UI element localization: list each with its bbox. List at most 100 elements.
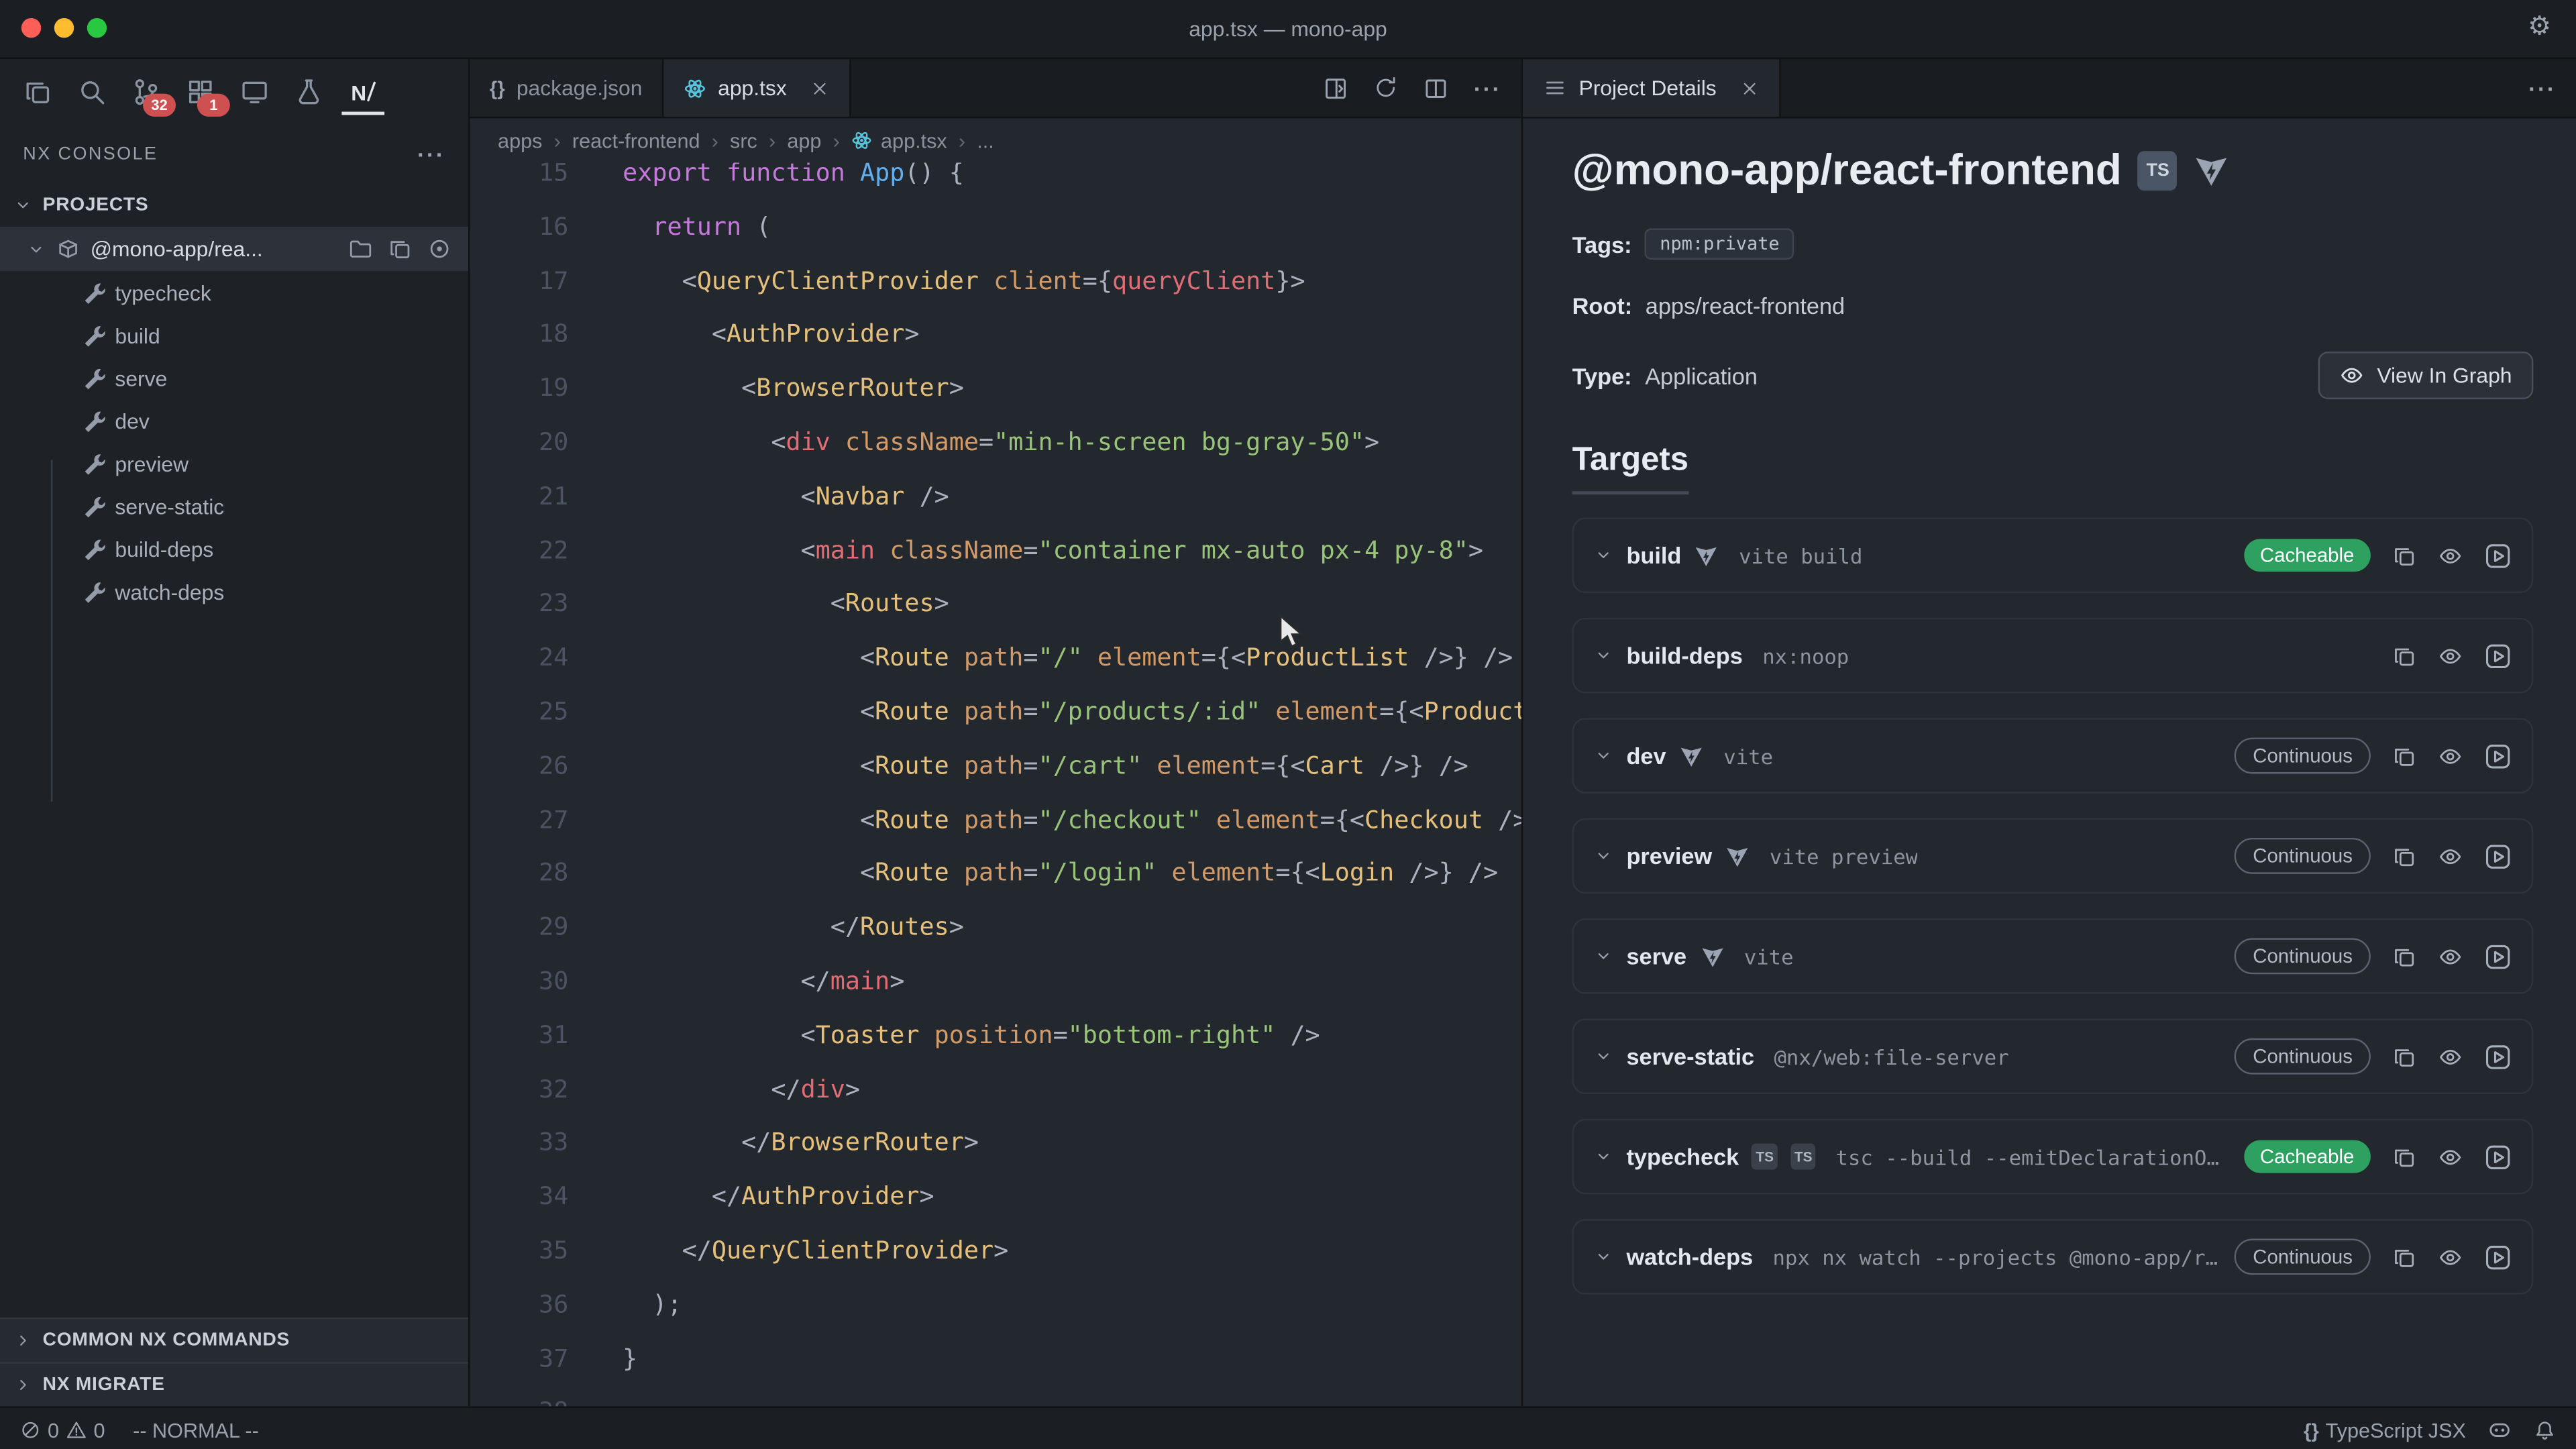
- breadcrumb-item[interactable]: react-frontend: [572, 129, 700, 152]
- sidebar-more-actions-icon[interactable]: ···: [417, 142, 445, 168]
- chevron-down-icon[interactable]: [1594, 1046, 1613, 1066]
- view-button[interactable]: [2438, 1244, 2463, 1269]
- tab-app-tsx[interactable]: app.tsx: [663, 59, 851, 117]
- chevron-down-icon[interactable]: [1594, 545, 1613, 565]
- bell-icon[interactable]: [2533, 1419, 2556, 1442]
- chevron-down-icon[interactable]: [1594, 947, 1613, 966]
- breadcrumb-item[interactable]: src: [730, 129, 757, 152]
- code-line-26[interactable]: 26 <Route path="/cart" element={<Cart />…: [470, 739, 1521, 792]
- projects-section-header[interactable]: PROJECTS: [0, 184, 468, 227]
- view-button[interactable]: [2438, 643, 2463, 668]
- chevron-down-icon[interactable]: [1594, 846, 1613, 865]
- copilot-icon[interactable]: [2487, 1417, 2512, 1442]
- close-tab-icon[interactable]: [1739, 78, 1759, 97]
- copy-button[interactable]: [2392, 543, 2417, 568]
- view-button[interactable]: [2438, 543, 2463, 568]
- copy-button[interactable]: [2392, 944, 2417, 969]
- breadcrumb-item[interactable]: ...: [977, 129, 994, 152]
- testing-icon[interactable]: [290, 70, 327, 113]
- code-line-20[interactable]: 20 <div className="min-h-screen bg-gray-…: [470, 416, 1521, 470]
- code-line-21[interactable]: 21 <Navbar />: [470, 470, 1521, 523]
- code-line-25[interactable]: 25 <Route path="/products/:id" element={…: [470, 685, 1521, 739]
- code-line-36[interactable]: 36 );: [470, 1278, 1521, 1332]
- split-editor-icon[interactable]: [1423, 74, 1449, 101]
- code-line-18[interactable]: 18 <AuthProvider>: [470, 308, 1521, 362]
- target-row-build-deps[interactable]: build-depsnx:noop: [1572, 618, 2534, 694]
- run-button[interactable]: [2484, 1042, 2512, 1071]
- run-button[interactable]: [2484, 541, 2512, 570]
- problems-indicator[interactable]: 0 0: [19, 1419, 105, 1442]
- code-line-24[interactable]: 24 <Route path="/" element={<ProductList…: [470, 631, 1521, 685]
- maximize-window-button[interactable]: [87, 18, 107, 38]
- view-in-graph-button[interactable]: View In Graph: [2318, 352, 2533, 399]
- copy-button[interactable]: [2392, 1144, 2417, 1169]
- run-button[interactable]: [2484, 942, 2512, 970]
- sidebar-target-preview[interactable]: preview: [0, 442, 468, 485]
- code-line-32[interactable]: 32 </div>: [470, 1062, 1521, 1116]
- refresh-icon[interactable]: [1373, 76, 1398, 101]
- run-button[interactable]: [2484, 1142, 2512, 1171]
- view-button[interactable]: [2438, 1144, 2463, 1169]
- target-row-preview[interactable]: previewvite previewContinuous: [1572, 818, 2534, 894]
- code-line-23[interactable]: 23 <Routes>: [470, 578, 1521, 631]
- copy-button[interactable]: [2392, 1244, 2417, 1269]
- run-button[interactable]: [2484, 641, 2512, 669]
- gear-icon[interactable]: ⚙: [2528, 13, 2551, 43]
- sidebar-target-serve-static[interactable]: serve-static: [0, 484, 468, 527]
- code-line-30[interactable]: 30 </main>: [470, 955, 1521, 1008]
- view-button[interactable]: [2438, 944, 2463, 969]
- target-icon[interactable]: [427, 237, 452, 262]
- close-window-button[interactable]: [21, 18, 41, 38]
- tab-package-json[interactable]: {} package.json: [470, 59, 663, 117]
- code-line-31[interactable]: 31 <Toaster position="bottom-right" />: [470, 1008, 1521, 1062]
- target-row-watch-deps[interactable]: watch-depsnpx nx watch --projects @mono-…: [1572, 1219, 2534, 1295]
- run-button[interactable]: [2484, 842, 2512, 870]
- project-row[interactable]: @mono-app/rea...: [0, 227, 468, 271]
- breadcrumb-item[interactable]: app.tsx: [851, 129, 947, 152]
- target-row-serve-static[interactable]: serve-static@nx/web:file-serverContinuou…: [1572, 1018, 2534, 1094]
- copy-button[interactable]: [2392, 643, 2417, 668]
- open-changes-icon[interactable]: [1322, 74, 1348, 101]
- sidebar-target-typecheck[interactable]: typecheck: [0, 271, 468, 314]
- run-button[interactable]: [2484, 742, 2512, 770]
- run-button[interactable]: [2484, 1243, 2512, 1271]
- remote-explorer-icon[interactable]: [237, 70, 273, 113]
- chevron-down-icon[interactable]: [1594, 746, 1613, 765]
- code-line-28[interactable]: 28 <Route path="/login" element={<Login …: [470, 847, 1521, 900]
- sidebar-target-serve[interactable]: serve: [0, 356, 468, 399]
- search-icon[interactable]: [74, 70, 110, 113]
- source-control-icon[interactable]: 32: [128, 70, 164, 113]
- copy-button[interactable]: [2392, 1044, 2417, 1069]
- code-line-15[interactable]: 15export function App() {: [470, 162, 1521, 200]
- target-row-serve[interactable]: serveviteContinuous: [1572, 918, 2534, 994]
- code-line-33[interactable]: 33 </BrowserRouter>: [470, 1116, 1521, 1170]
- sidebar-target-build-deps[interactable]: build-deps: [0, 527, 468, 570]
- nx-console-icon[interactable]: N: [345, 70, 381, 113]
- breadcrumb-item[interactable]: apps: [498, 129, 542, 152]
- extensions-icon[interactable]: 1: [182, 70, 219, 113]
- sidebar-target-watch-deps[interactable]: watch-deps: [0, 570, 468, 613]
- view-button[interactable]: [2438, 1044, 2463, 1069]
- code-line-37[interactable]: 37}: [470, 1332, 1521, 1385]
- code-line-19[interactable]: 19 <BrowserRouter>: [470, 362, 1521, 415]
- language-mode[interactable]: {} TypeScript JSX: [2304, 1419, 2466, 1442]
- target-row-typecheck[interactable]: typecheckTSTStsc --build --emitDeclarati…: [1572, 1119, 2534, 1195]
- code-line-34[interactable]: 34 </AuthProvider>: [470, 1170, 1521, 1224]
- code-line-35[interactable]: 35 </QueryClientProvider>: [470, 1224, 1521, 1277]
- code-line-22[interactable]: 22 <main className="container mx-auto px…: [470, 523, 1521, 577]
- code-editor[interactable]: 15export function App() {16 return (17 <…: [470, 162, 1521, 1406]
- file-copy-icon[interactable]: [388, 237, 413, 262]
- sidebar-target-dev[interactable]: dev: [0, 399, 468, 442]
- chevron-down-icon[interactable]: [1594, 1247, 1613, 1267]
- target-row-build[interactable]: buildvite buildCacheable: [1572, 517, 2534, 593]
- breadcrumb-item[interactable]: app: [787, 129, 821, 152]
- folder-icon[interactable]: [348, 237, 373, 262]
- chevron-down-icon[interactable]: [1594, 1146, 1613, 1166]
- tab-project-details[interactable]: Project Details: [1523, 59, 1780, 117]
- sidebar-section-nx-migrate[interactable]: NX MIGRATE: [0, 1362, 468, 1406]
- copy-button[interactable]: [2392, 844, 2417, 869]
- details-more-actions-icon[interactable]: ···: [2528, 74, 2557, 101]
- code-line-17[interactable]: 17 <QueryClientProvider client={queryCli…: [470, 254, 1521, 308]
- chevron-down-icon[interactable]: [1594, 645, 1613, 665]
- code-line-16[interactable]: 16 return (: [470, 200, 1521, 254]
